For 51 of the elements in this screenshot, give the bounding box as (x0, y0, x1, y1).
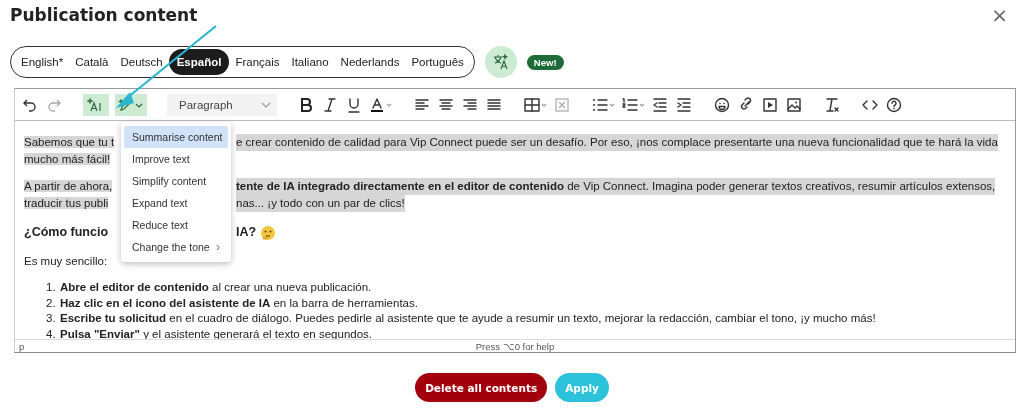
caret-icon (260, 101, 271, 108)
language-tab[interactable]: Français (229, 49, 286, 75)
paragraph-text: A partir de ahora, (24, 180, 113, 192)
heading-text: IA? (236, 224, 257, 241)
table-icon[interactable] (522, 95, 547, 114)
image-icon[interactable] (784, 95, 803, 114)
dialog-title: Publication content (10, 5, 198, 25)
heading-text: ¿Cómo funcio (24, 225, 108, 239)
indent-icon[interactable] (674, 95, 693, 114)
list-number: 2. (46, 295, 57, 311)
emoji-icon[interactable] (712, 95, 731, 114)
menu-item[interactable]: Improve text (124, 148, 228, 170)
numbered-list-icon[interactable] (620, 95, 645, 114)
list-number: 1. (46, 280, 57, 295)
paragraph-text: e crear contenido de calidad para Vip Connect puede ser un desafío. Por eso, ¡nos complace presentarte una nueva funcionalidad que te hará la vida (236, 134, 998, 151)
element-path: p (19, 340, 26, 352)
outdent-icon[interactable] (650, 95, 669, 114)
list-number: 4. (46, 326, 57, 339)
list-item-text: Escribe tu solicitud en el cuadro de diálogo. Puedes pedirle al asistente que te ayude a resumir un texto, mejorar la redacción, cambiar el tono, ¡y mucho más! (60, 311, 876, 326)
translate-icon (491, 53, 510, 71)
ai-assistant-button[interactable] (83, 93, 109, 116)
media-icon[interactable] (760, 95, 779, 114)
paragraph-text: nas... ¡y todo con un par de clics! (236, 195, 405, 212)
menu-item[interactable]: Summarise content (124, 126, 228, 148)
language-tab[interactable]: Italiano (285, 49, 335, 75)
new-badge: New! (526, 54, 564, 70)
help-hint: Press ⌥0 for help (475, 340, 555, 352)
list-item-text: Haz clic en el icono del asistente de IA en la barra de herramientas. (60, 295, 418, 311)
list-item-text: Abre el editor de contenido al crear una nueva publicación. (60, 280, 372, 295)
paragraph-text: mucho más fácil! (24, 153, 111, 165)
language-tab[interactable]: Nederlands (334, 49, 406, 75)
language-tab[interactable]: Español (168, 49, 230, 75)
language-tab[interactable]: English* (15, 49, 70, 75)
translate-button[interactable] (484, 46, 517, 78)
list-number: 3. (46, 311, 57, 326)
paragraph-text: traducir tus publi (24, 197, 109, 209)
paragraph-text: Es muy sencillo: (24, 255, 108, 267)
list-item-text: Pulsa "Enviar" y el asistente generará el texto en segundos. (60, 326, 373, 339)
help-icon[interactable] (884, 95, 903, 114)
paragraph-text: Sabemos que tu t (24, 136, 115, 148)
paragraph-text: tente de IA integrado directamente en el editor de contenido de Vip Connect. Imagina poder generar textos creativos, resumir artículos extensos, (236, 178, 996, 195)
language-tab[interactable]: Català (69, 49, 115, 75)
close-button[interactable]: × (985, 3, 1014, 27)
block-format-dropdown[interactable]: Paragraph (167, 93, 277, 116)
language-tab[interactable]: Português (405, 49, 470, 75)
menu-item[interactable]: Reduce text (124, 214, 228, 236)
menu-item[interactable]: Simplify content (124, 170, 228, 192)
menu-item[interactable]: Expand text (124, 192, 228, 214)
language-tab[interactable]: Deutsch (114, 49, 169, 75)
delete-all-button[interactable]: Delete all contents (415, 373, 548, 402)
menu-item[interactable]: Change the tone (124, 236, 228, 258)
